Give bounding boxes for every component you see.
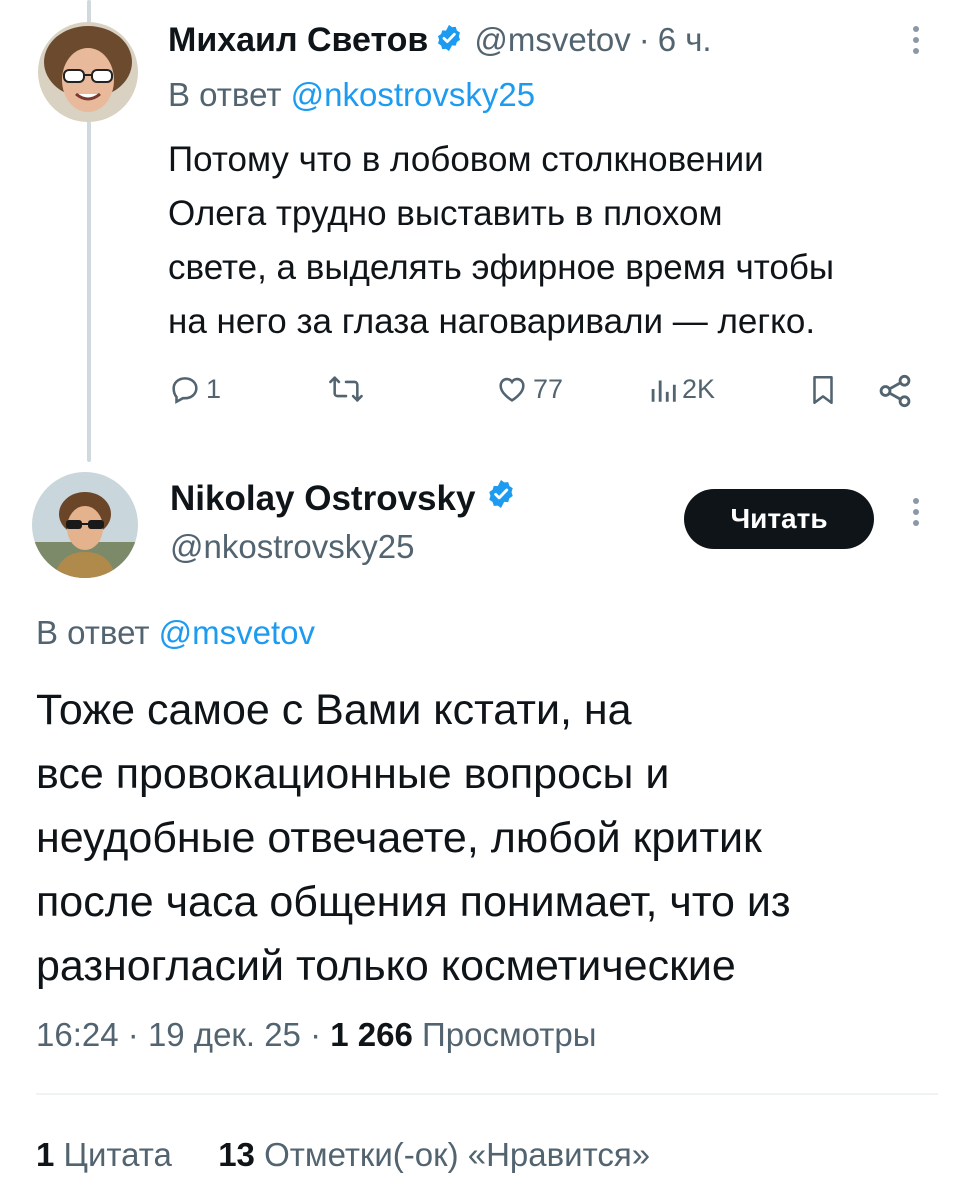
verified-icon — [485, 478, 517, 519]
parent-author-handle[interactable]: @msvetov — [474, 21, 630, 59]
parent-reply-to: В ответ @nkostrovsky25 — [168, 76, 535, 114]
main-reply-to: В ответ @msvetov — [36, 614, 315, 652]
quotes-count: 1 — [36, 1136, 55, 1173]
main-author-name-row: Nikolay Ostrovsky — [170, 478, 527, 519]
verified-icon — [434, 23, 464, 58]
quotes-label: Цитата — [63, 1136, 172, 1173]
main-author-handle[interactable]: @nkostrovsky25 — [170, 528, 414, 566]
like-button[interactable]: 77 — [495, 372, 563, 406]
reply-mention-link[interactable]: @msvetov — [159, 614, 315, 651]
reply-prefix: В ответ — [168, 76, 282, 113]
meta-separator: · — [310, 1016, 322, 1053]
meta-separator: · — [127, 1016, 139, 1053]
parent-tweet-actions: 1 77 2K — [0, 372, 971, 416]
tweet-timestamp-row: 16:24 · 19 дек. 25 · 1 266 Просмотры — [36, 1016, 596, 1054]
likes-label: Отметки(-ок) «Нравится» — [264, 1136, 651, 1173]
views-icon — [648, 372, 678, 406]
reply-prefix: В ответ — [36, 614, 150, 651]
views-count: 2K — [682, 373, 716, 404]
views-count: 1 266 — [330, 1016, 413, 1053]
reply-button[interactable]: 1 — [168, 372, 221, 406]
retweet-button[interactable] — [326, 372, 370, 406]
reply-icon — [168, 372, 202, 406]
like-icon — [495, 372, 529, 406]
engagement-stats: 1 Цитата 13 Отметки(-ок) «Нравится» — [36, 1136, 650, 1174]
more-icon[interactable] — [910, 498, 922, 531]
likes-count: 13 — [218, 1136, 255, 1173]
tweet-time[interactable]: 16:24 — [36, 1016, 119, 1053]
follow-button[interactable]: Читать — [684, 489, 874, 549]
quotes-stat[interactable]: 1 Цитата — [36, 1136, 181, 1173]
reply-mention-link[interactable]: @nkostrovsky25 — [291, 76, 535, 113]
reply-count: 1 — [206, 373, 222, 404]
avatar-parent-author[interactable] — [38, 22, 138, 122]
bookmark-icon — [806, 372, 840, 408]
tweet-date[interactable]: 19 дек. 25 — [148, 1016, 301, 1053]
divider — [36, 1093, 938, 1095]
more-icon[interactable] — [910, 26, 922, 59]
share-button[interactable] — [876, 372, 914, 410]
meta-separator: · — [638, 21, 650, 58]
parent-tweet-header: Михаил Светов @msvetov · 6 ч. — [168, 18, 712, 62]
parent-tweet-text: Потому что в лобовом столкновении Олега … — [168, 140, 835, 341]
share-icon — [876, 372, 914, 410]
parent-tweet-time[interactable]: 6 ч. — [658, 21, 712, 59]
likes-stat[interactable]: 13 Отметки(-ок) «Нравится» — [218, 1136, 650, 1173]
retweet-icon — [326, 372, 366, 406]
main-author-name[interactable]: Nikolay Ostrovsky — [170, 479, 475, 519]
main-tweet-text: Тоже самое с Вами кстати, на все провока… — [36, 686, 791, 990]
views-button[interactable]: 2K — [648, 372, 715, 406]
views-label: Просмотры — [422, 1016, 597, 1053]
like-count: 77 — [533, 373, 564, 404]
parent-author-name[interactable]: Михаил Светов — [168, 21, 428, 60]
bookmark-button[interactable] — [806, 372, 840, 408]
avatar-main-author[interactable] — [32, 472, 138, 578]
